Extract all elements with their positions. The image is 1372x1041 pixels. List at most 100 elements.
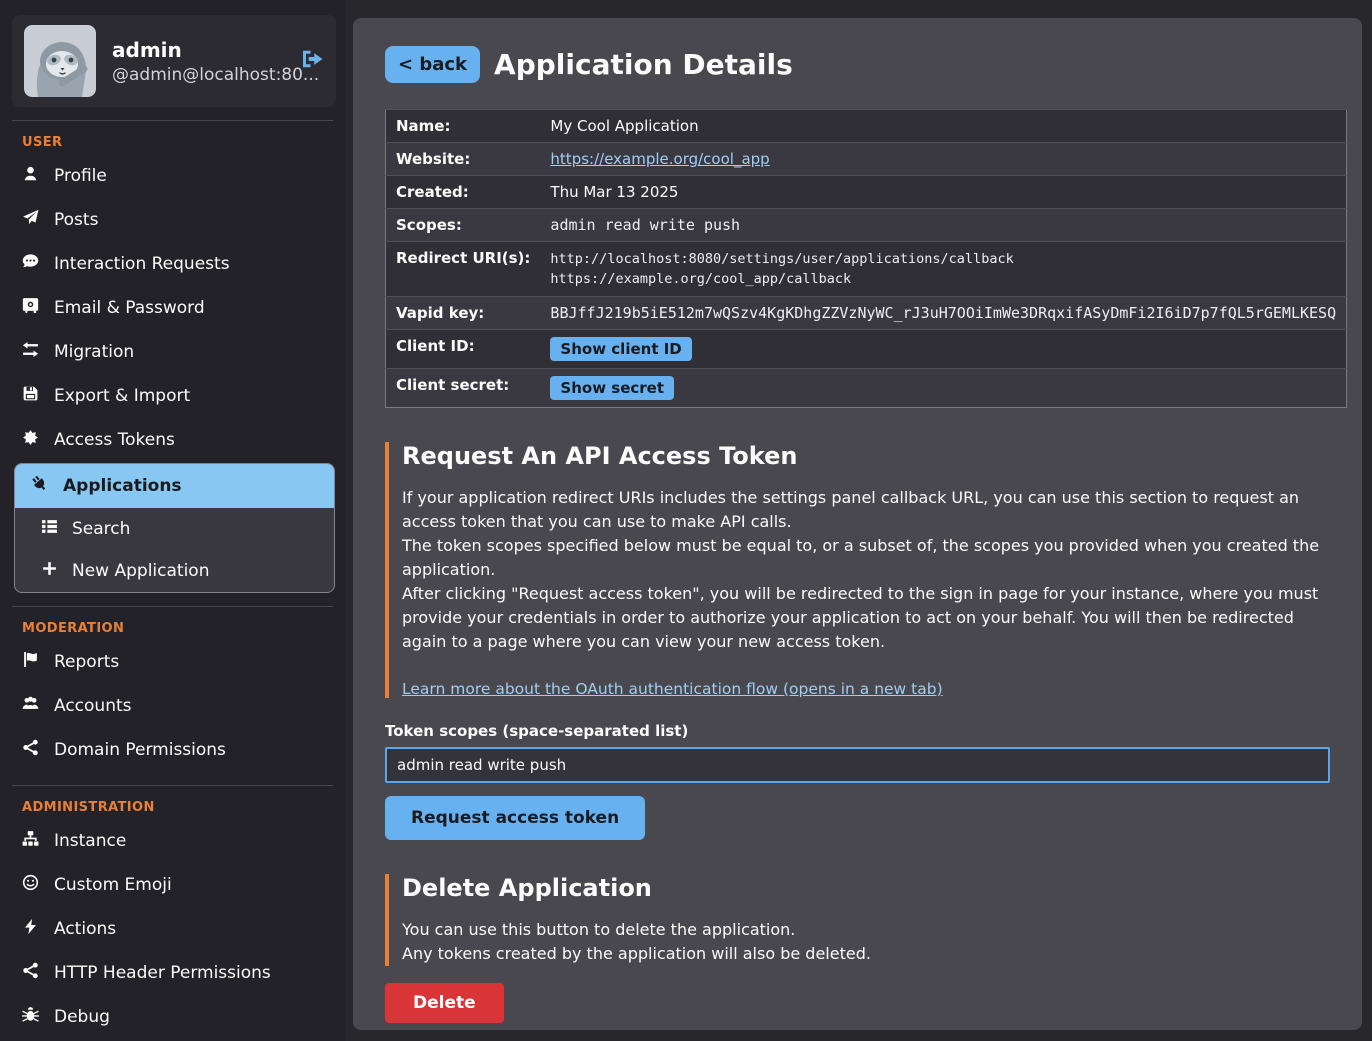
sidebar-item-actions[interactable]: Actions	[0, 907, 345, 951]
section-paragraph: After clicking "Request access token", y…	[402, 582, 1330, 654]
redirect-uri-value: http://localhost:8080/settings/user/appl…	[550, 249, 1336, 269]
bolt-icon	[22, 918, 39, 940]
application-details-table: Name: My Cool Application Website: https…	[385, 109, 1347, 408]
avatar	[24, 25, 96, 97]
row-label: Redirect URI(s):	[386, 242, 541, 297]
table-row: Redirect URI(s): http://localhost:8080/s…	[386, 242, 1347, 297]
sidebar-item-label: Profile	[54, 166, 107, 186]
plus-icon	[41, 560, 58, 582]
table-row: Vapid key: BBJffJ219b5iE512m7wQSzv4KgKDh…	[386, 297, 1347, 330]
website-link[interactable]: https://example.org/cool_app	[550, 150, 769, 168]
token-scopes-input[interactable]	[385, 747, 1330, 783]
sidebar-item-label: Interaction Requests	[54, 254, 230, 274]
users-icon	[22, 695, 39, 717]
back-button[interactable]: < back	[385, 46, 480, 83]
sidebar-item-access-tokens[interactable]: Access Tokens	[0, 418, 345, 462]
user-icon	[22, 165, 39, 187]
sidebar-item-label: Actions	[54, 919, 116, 939]
table-row: Created: Thu Mar 13 2025	[386, 176, 1347, 209]
sidebar-item-label: HTTP Header Permissions	[54, 963, 271, 983]
row-label: Name:	[386, 110, 541, 143]
divider	[12, 606, 333, 607]
divider	[12, 785, 333, 786]
sidebar-subitem-label: New Application	[72, 561, 209, 581]
plug-icon	[31, 475, 48, 497]
sidebar-item-http-header-permissions[interactable]: HTTP Header Permissions	[0, 951, 345, 995]
main-area: < back Application Details Name: My Cool…	[345, 0, 1372, 1041]
row-label: Client secret:	[386, 369, 541, 408]
delete-application-section: Delete Application You can use this butt…	[385, 874, 1330, 966]
scopes-value: admin read write push	[540, 209, 1346, 242]
sidebar-item-label: Posts	[54, 210, 98, 230]
sidebar-item-label: Debug	[54, 1007, 110, 1027]
section-paragraph: You can use this button to delete the ap…	[402, 918, 1330, 942]
sidebar-item-reports[interactable]: Reports	[0, 640, 345, 684]
request-access-token-button[interactable]: Request access token	[385, 796, 645, 840]
sidebar-subitem-search[interactable]: Search	[15, 508, 334, 550]
sidebar-item-posts[interactable]: Posts	[0, 198, 345, 242]
table-row: Client secret: Show secret	[386, 369, 1347, 408]
sidebar: admin @admin@localhost:80... USER Profil…	[0, 0, 345, 1041]
paper-plane-icon	[22, 209, 39, 231]
nav-section-administration: ADMINISTRATION	[22, 800, 345, 815]
sidebar-item-label: Domain Permissions	[54, 740, 226, 760]
sidebar-item-label: Migration	[54, 342, 134, 362]
sidebar-item-custom-emoji[interactable]: Custom Emoji	[0, 863, 345, 907]
section-paragraph: Any tokens created by the application wi…	[402, 942, 1330, 966]
nav-section-moderation: MODERATION	[22, 621, 345, 636]
user-meta: admin @admin@localhost:80...	[112, 38, 284, 85]
applications-nav-group: Applications Search New Application	[14, 463, 335, 593]
sidebar-item-instance[interactable]: Instance	[0, 819, 345, 863]
sidebar-subitem-label: Search	[72, 519, 130, 539]
table-row: Scopes: admin read write push	[386, 209, 1347, 242]
sidebar-item-applications[interactable]: Applications	[15, 464, 334, 508]
sidebar-item-label: Email & Password	[54, 298, 205, 318]
logout-icon[interactable]	[300, 47, 324, 75]
right-left-icon	[22, 341, 39, 363]
section-heading: Delete Application	[402, 874, 1330, 902]
sidebar-item-accounts[interactable]: Accounts	[0, 684, 345, 728]
floppy-disk-icon	[22, 385, 39, 407]
redirect-uri-value: https://example.org/cool_app/callback	[550, 269, 1336, 289]
sidebar-item-label: Access Tokens	[54, 430, 175, 450]
sidebar-item-email-password[interactable]: Email & Password	[0, 286, 345, 330]
divider	[12, 120, 333, 121]
flag-icon	[22, 651, 39, 673]
sidebar-item-label: Instance	[54, 831, 126, 851]
sidebar-item-interaction-requests[interactable]: Interaction Requests	[0, 242, 345, 286]
oauth-docs-link[interactable]: Learn more about the OAuth authenticatio…	[402, 680, 943, 698]
sidebar-item-export-import[interactable]: Export & Import	[0, 374, 345, 418]
delete-button[interactable]: Delete	[385, 983, 504, 1023]
sitemap-icon	[22, 830, 39, 852]
sidebar-item-domain-permissions[interactable]: Domain Permissions	[0, 728, 345, 772]
row-label: Client ID:	[386, 330, 541, 369]
sidebar-item-debug[interactable]: Debug	[0, 995, 345, 1039]
row-label: Scopes:	[386, 209, 541, 242]
user-card[interactable]: admin @admin@localhost:80...	[12, 15, 336, 107]
user-handle: @admin@localhost:80...	[112, 65, 284, 85]
created-value: Thu Mar 13 2025	[540, 176, 1346, 209]
app-name-value: My Cool Application	[540, 110, 1346, 143]
sidebar-item-migration[interactable]: Migration	[0, 330, 345, 374]
section-paragraph: The token scopes specified below must be…	[402, 534, 1330, 582]
sidebar-item-label: Applications	[63, 476, 182, 496]
sidebar-subitem-new-application[interactable]: New Application	[15, 550, 334, 592]
show-secret-button[interactable]: Show secret	[550, 376, 674, 400]
page-header: < back Application Details	[385, 46, 1330, 83]
table-row: Name: My Cool Application	[386, 110, 1347, 143]
vault-icon	[22, 297, 39, 319]
row-label: Created:	[386, 176, 541, 209]
show-client-id-button[interactable]: Show client ID	[550, 337, 691, 361]
request-token-section: Request An API Access Token If your appl…	[385, 442, 1330, 698]
section-paragraph: If your application redirect URIs includ…	[402, 486, 1330, 534]
section-heading: Request An API Access Token	[402, 442, 1330, 470]
table-row: Website: https://example.org/cool_app	[386, 143, 1347, 176]
sidebar-item-label: Custom Emoji	[54, 875, 172, 895]
sidebar-item-profile[interactable]: Profile	[0, 154, 345, 198]
face-smile-icon	[22, 874, 39, 896]
share-nodes-icon	[22, 739, 39, 761]
bug-icon	[22, 1006, 39, 1028]
table-list-icon	[41, 518, 58, 540]
token-scopes-label: Token scopes (space-separated list)	[385, 722, 1330, 740]
comment-dots-icon	[22, 253, 39, 275]
